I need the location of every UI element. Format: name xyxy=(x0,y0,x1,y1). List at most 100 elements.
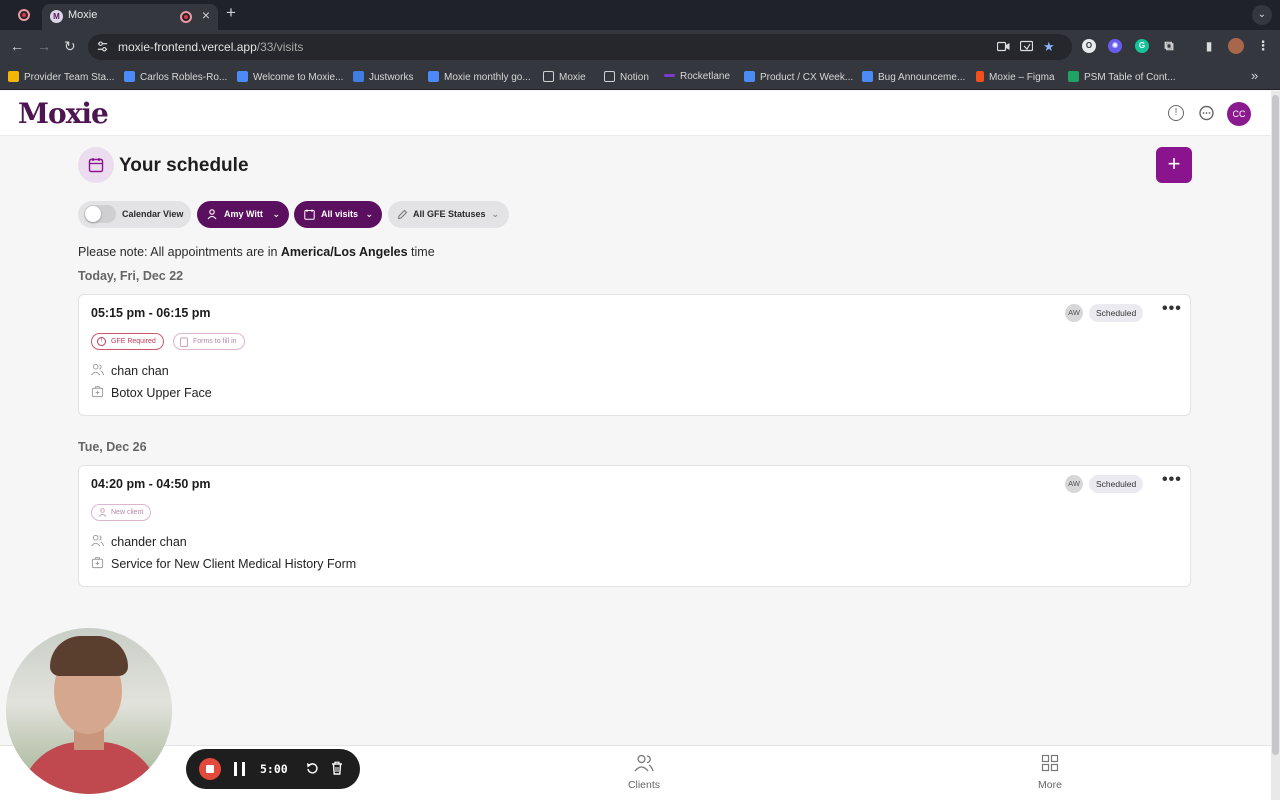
profile-avatar-icon[interactable] xyxy=(1228,38,1244,54)
info-icon[interactable]: ! xyxy=(1168,105,1184,121)
moxie-favicon-icon: M xyxy=(50,10,63,23)
schedule-badge xyxy=(78,147,114,183)
stop-recording-button[interactable] xyxy=(199,758,221,780)
pause-recording-button[interactable] xyxy=(234,762,245,776)
timezone-name: America/Los Angeles xyxy=(280,245,408,259)
url-text: moxie-frontend.vercel.app/33/visits xyxy=(118,40,303,54)
url-host: moxie-frontend.vercel.app xyxy=(118,40,257,54)
bookmarks-bar: Provider Team Sta... Carlos Robles-Ro...… xyxy=(0,64,1280,90)
new-tab-button[interactable]: + xyxy=(226,3,236,23)
user-avatar[interactable]: CC xyxy=(1227,102,1251,126)
extension-1-icon[interactable]: O xyxy=(1082,39,1096,53)
folder-icon xyxy=(543,71,554,82)
extensions-puzzle-icon[interactable]: ⧉ xyxy=(1162,39,1176,53)
bookmark-item[interactable]: Provider Team Sta... xyxy=(8,71,114,83)
day-header: Tue, Dec 26 xyxy=(78,440,147,454)
calendar-view-label: Calendar View xyxy=(122,209,184,219)
moxie-logo[interactable]: Moxie xyxy=(18,97,109,130)
page-title: Your schedule xyxy=(119,155,249,176)
more-options-icon[interactable]: ••• xyxy=(1162,471,1182,489)
bookmark-star-icon[interactable]: ★ xyxy=(1043,39,1055,55)
appointment-time: 04:20 pm - 04:50 pm xyxy=(91,477,211,491)
appointment-card[interactable]: 05:15 pm - 06:15 pm AW Scheduled ••• ! GF… xyxy=(78,294,1191,416)
new-client-tag[interactable]: New client xyxy=(91,504,152,521)
camera-access-icon[interactable] xyxy=(997,41,1010,52)
client-name[interactable]: chander chan xyxy=(111,535,187,549)
forms-to-fill-tag[interactable]: Forms to fill in xyxy=(173,333,245,350)
service-kit-icon xyxy=(91,557,104,569)
nav-more-label: More xyxy=(1038,779,1062,791)
browser-tab-bar: M Moxie × + ⌄ xyxy=(0,0,1280,30)
forward-arrow-icon[interactable]: → xyxy=(37,38,51,54)
day-header: Today, Fri, Dec 22 xyxy=(78,269,184,283)
nav-clients-label: Clients xyxy=(627,779,661,791)
chat-icon[interactable] xyxy=(1198,105,1215,122)
back-arrow-icon[interactable]: ← xyxy=(10,38,24,54)
chevron-down-icon: ⌄ xyxy=(272,209,280,219)
reload-icon[interactable]: ↻ xyxy=(64,38,76,55)
restart-icon[interactable] xyxy=(306,762,319,775)
address-bar[interactable]: moxie-frontend.vercel.app/33/visits ★ xyxy=(88,34,1072,60)
provider-avatar: AW xyxy=(1065,304,1083,322)
moxie-app: Moxie ! CC Your schedule + Calendar View… xyxy=(0,91,1271,800)
gfe-required-tag[interactable]: ! GFE Required xyxy=(91,333,164,350)
bookmark-icon xyxy=(353,71,364,82)
chevron-down-icon: ⌄ xyxy=(365,209,373,219)
bookmark-folder[interactable]: Notion xyxy=(604,71,649,83)
bookmark-item[interactable]: Welcome to Moxie... xyxy=(237,71,343,83)
folder-icon xyxy=(604,71,615,82)
calendar-heart-icon xyxy=(304,209,315,220)
pencil-icon xyxy=(397,209,408,220)
clipboard-icon xyxy=(180,337,188,347)
provider-filter-dropdown[interactable]: Amy Witt ⌄ xyxy=(197,201,289,228)
recording-controls: 5:00 xyxy=(186,749,360,789)
bookmark-folder[interactable]: Moxie xyxy=(543,71,586,83)
service-name: Botox Upper Face xyxy=(111,386,212,400)
tab-close-icon[interactable]: × xyxy=(202,7,210,23)
tab-search-button[interactable]: ⌄ xyxy=(1252,5,1272,25)
bookmark-item[interactable]: Bug Announceme... xyxy=(862,71,965,83)
webcam-bubble[interactable] xyxy=(6,628,172,794)
sheets-icon xyxy=(1068,71,1079,82)
trash-icon[interactable] xyxy=(331,761,343,775)
bookmark-item[interactable]: Rocketlane xyxy=(664,71,730,82)
toggle-switch[interactable] xyxy=(84,205,116,223)
nav-clients[interactable]: Clients xyxy=(622,754,666,791)
grammarly-icon[interactable]: G xyxy=(1135,39,1149,53)
calendar-view-toggle[interactable]: Calendar View xyxy=(78,201,191,228)
bookmark-icon xyxy=(744,71,755,82)
recording-timer: 5:00 xyxy=(260,762,288,776)
more-options-icon[interactable]: ••• xyxy=(1162,300,1182,318)
extension-2-icon[interactable]: ✺ xyxy=(1108,39,1122,53)
nav-more[interactable]: More xyxy=(1030,754,1070,791)
client-name[interactable]: chan chan xyxy=(111,364,169,378)
service-kit-icon xyxy=(91,386,104,398)
provider-filter-label: Amy Witt xyxy=(224,209,263,219)
bookmark-item[interactable]: Moxie monthly go... xyxy=(428,71,531,83)
appointment-card[interactable]: 04:20 pm - 04:50 pm AW Scheduled ••• New… xyxy=(78,465,1191,587)
clients-icon xyxy=(634,754,654,772)
bookmark-item[interactable]: PSM Table of Cont... xyxy=(1068,71,1176,83)
visits-filter-dropdown[interactable]: All visits ⌄ xyxy=(294,201,382,228)
bookmark-icon xyxy=(862,71,873,82)
side-panel-icon[interactable]: ▮ xyxy=(1202,39,1216,53)
bookmarks-overflow-button[interactable]: » xyxy=(1251,68,1258,83)
visits-filter-label: All visits xyxy=(321,209,359,219)
add-appointment-button[interactable]: + xyxy=(1156,147,1192,183)
bookmark-item[interactable]: Justworks xyxy=(353,71,413,83)
bookmark-item[interactable]: Carlos Robles-Ro... xyxy=(124,71,227,83)
gfe-status-filter-dropdown[interactable]: All GFE Statuses ⌄ xyxy=(388,201,509,228)
client-people-icon xyxy=(91,363,104,376)
gfe-status-filter-label: All GFE Statuses xyxy=(413,209,486,219)
bookmark-item[interactable]: Product / CX Week... xyxy=(744,71,853,83)
browser-menu-icon[interactable]: ⋮ xyxy=(1256,39,1270,53)
bookmark-item[interactable]: Moxie – Figma xyxy=(976,71,1055,83)
site-settings-icon[interactable] xyxy=(96,40,109,53)
chevron-down-icon: ⌄ xyxy=(491,209,499,219)
browser-tab[interactable]: M Moxie × xyxy=(42,4,218,30)
page-scrollbar-thumb[interactable] xyxy=(1272,95,1279,755)
status-badge: Scheduled xyxy=(1089,304,1144,322)
bookmark-icon xyxy=(237,71,248,82)
person-icon xyxy=(207,209,217,220)
cast-icon[interactable] xyxy=(1020,40,1033,53)
